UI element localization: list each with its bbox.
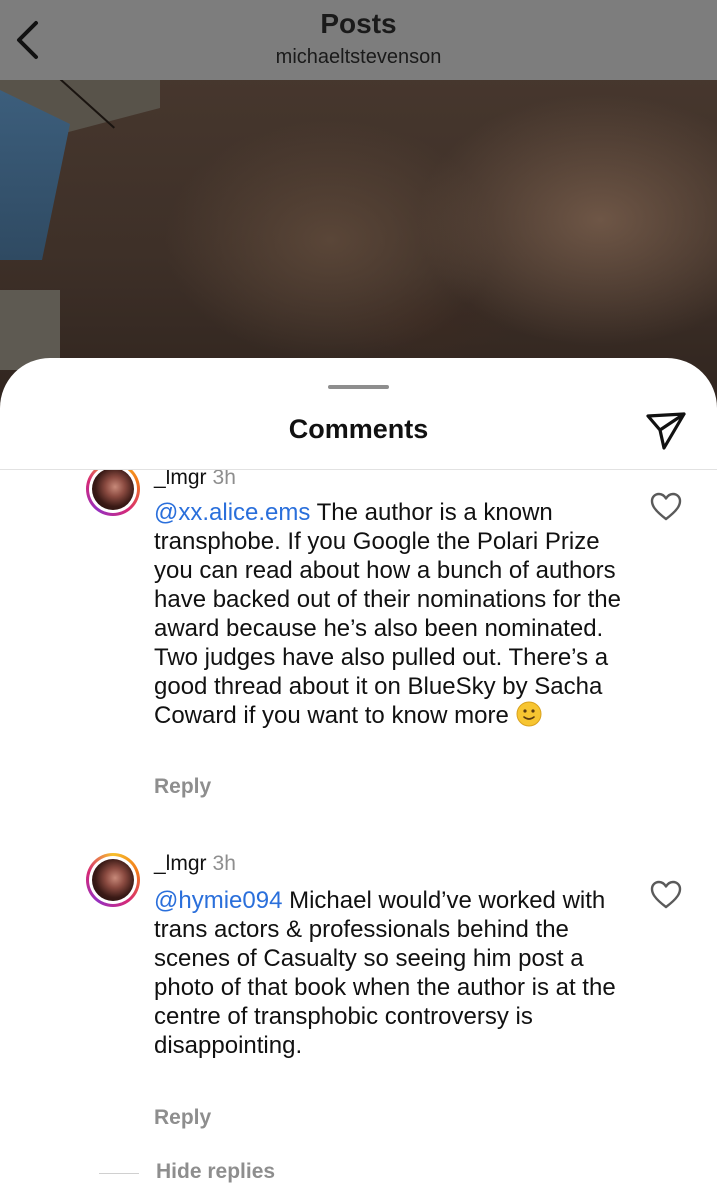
avatar-photo xyxy=(92,859,134,901)
posts-screen: Posts michaeltstevenson Comments _lmgr 3h… xyxy=(0,0,717,1200)
comment-username[interactable]: _lmgr xyxy=(154,470,207,489)
send-icon[interactable] xyxy=(644,408,688,452)
comment-username[interactable]: _lmgr xyxy=(154,852,207,875)
page-subtitle[interactable]: michaeltstevenson xyxy=(0,46,717,69)
comment-header: _lmgr 3h xyxy=(154,470,236,490)
comment-body: @xx.alice.ems The author is a known tran… xyxy=(154,498,624,730)
comment-text: The author is a known transphobe. If you… xyxy=(154,499,621,729)
comment-mention[interactable]: @xx.alice.ems xyxy=(154,499,310,526)
comments-title: Comments xyxy=(288,414,429,444)
comment-header: _lmgr 3h xyxy=(154,852,236,876)
comment-mention[interactable]: @hymie094 xyxy=(154,887,282,914)
comment-time: 3h xyxy=(212,852,236,875)
hide-replies-button[interactable]: Hide replies xyxy=(156,1160,275,1184)
thread-line xyxy=(99,1173,139,1174)
comment-body: @hymie094 Michael would’ve worked with t… xyxy=(154,886,624,1060)
comments-sheet: Comments _lmgr 3h @xx.alice.ems The autho… xyxy=(0,358,717,1200)
avatar[interactable] xyxy=(86,470,140,516)
avatar-ring-gap xyxy=(89,470,137,513)
heart-outline-icon[interactable] xyxy=(650,492,682,522)
heart-outline-icon[interactable] xyxy=(650,880,682,910)
top-header: Posts michaeltstevenson xyxy=(0,0,717,80)
avatar-photo xyxy=(92,470,134,510)
page-title: Posts xyxy=(320,8,397,39)
reply-button[interactable]: Reply xyxy=(154,775,211,799)
comment-time: 3h xyxy=(212,470,236,489)
avatar-ring-gap xyxy=(89,856,137,904)
comment-list[interactable]: _lmgr 3h @xx.alice.ems The author is a kn… xyxy=(0,470,717,1200)
sheet-grabber[interactable] xyxy=(328,385,389,389)
reply-button[interactable]: Reply xyxy=(154,1106,211,1130)
avatar[interactable] xyxy=(86,853,140,907)
slightly-smiling-face-icon xyxy=(516,701,541,727)
